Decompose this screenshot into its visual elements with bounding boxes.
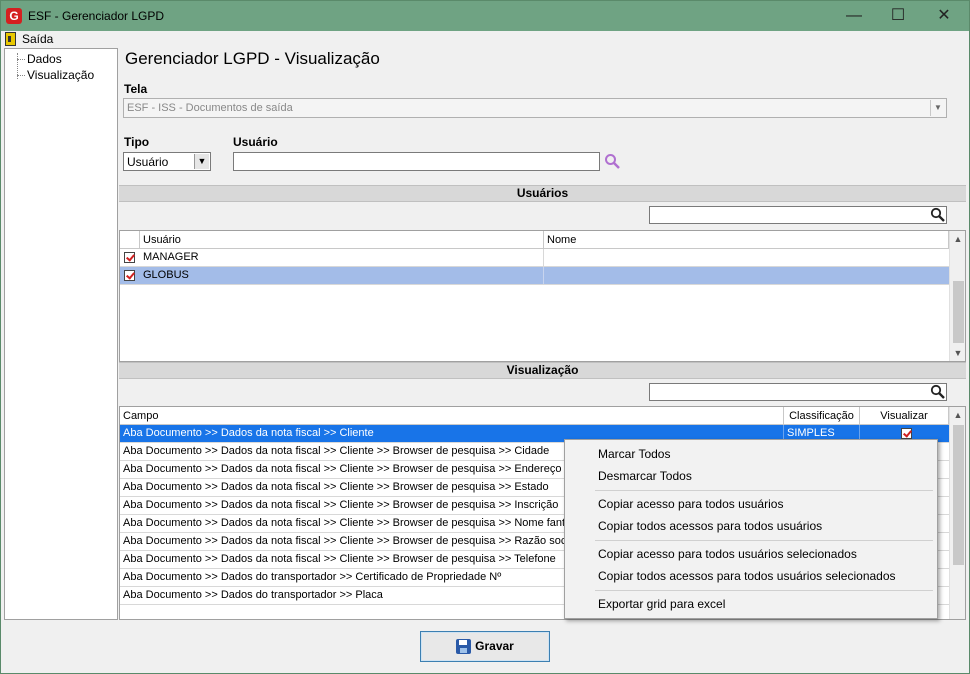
search-icon[interactable]: [930, 207, 946, 223]
menu-item-marcar-todos[interactable]: Marcar Todos: [598, 447, 670, 461]
table-row[interactable]: GLOBUS: [120, 267, 949, 285]
maximize-button[interactable]: ☐: [875, 1, 921, 31]
tree-connector: [17, 75, 25, 76]
user-cell-nome: [544, 267, 949, 284]
view-grid-header: Campo Classificação Visualizar: [120, 407, 949, 425]
sidebar-tree: Dados Visualização: [4, 48, 118, 620]
menu-item-copiar-todos-acessos-selecionados[interactable]: Copiar todos acessos para todos usuários…: [598, 569, 896, 583]
view-col-classificacao[interactable]: Classificação: [784, 407, 860, 425]
menu-item-exportar-excel[interactable]: Exportar grid para excel: [598, 597, 725, 611]
app-logo-icon: G: [6, 8, 22, 24]
save-button-label: Gravar: [475, 639, 514, 653]
sidebar-item-visualizacao[interactable]: Visualização: [27, 68, 94, 82]
scroll-up-icon[interactable]: ▲: [950, 407, 965, 423]
search-icon[interactable]: [604, 153, 620, 169]
user-cell-usuario: MANAGER: [140, 249, 544, 266]
checkbox-icon[interactable]: [901, 428, 912, 439]
users-grid-header: Usuário Nome: [120, 231, 949, 249]
users-scrollbar[interactable]: ▲ ▼: [949, 231, 965, 361]
tipo-value: Usuário: [127, 155, 169, 169]
menu-item-copiar-acesso-selecionados[interactable]: Copiar acesso para todos usuários seleci…: [598, 547, 857, 561]
close-button[interactable]: ✕: [921, 1, 967, 31]
user-cell-nome: [544, 249, 949, 266]
users-col-nome[interactable]: Nome: [544, 231, 949, 249]
exit-door-icon[interactable]: [5, 32, 16, 46]
user-cell-usuario: GLOBUS: [140, 267, 544, 284]
scroll-thumb[interactable]: [953, 425, 964, 565]
menu-separator: [595, 540, 933, 541]
menu-exit[interactable]: Saída: [22, 32, 53, 46]
view-col-campo[interactable]: Campo: [120, 407, 784, 425]
menu-separator: [595, 490, 933, 491]
checkbox-icon[interactable]: [124, 270, 135, 281]
menu-item-copiar-todos-acessos-todos[interactable]: Copiar todos acessos para todos usuários: [598, 519, 822, 533]
tela-select[interactable]: ESF - ISS - Documentos de saída ▼: [123, 98, 947, 118]
view-search-input[interactable]: [649, 383, 947, 401]
scroll-down-icon[interactable]: ▼: [950, 345, 965, 361]
tipo-label: Tipo: [124, 135, 150, 149]
chevron-down-icon[interactable]: ▼: [194, 154, 209, 169]
menu-item-desmarcar-todos[interactable]: Desmarcar Todos: [598, 469, 692, 483]
menu-item-copiar-acesso-todos[interactable]: Copiar acesso para todos usuários: [598, 497, 783, 511]
users-search-input[interactable]: [649, 206, 947, 224]
users-col-usuario[interactable]: Usuário: [140, 231, 544, 249]
context-menu: Marcar Todos Desmarcar Todos Copiar aces…: [564, 439, 938, 619]
menu-bar: Saída: [1, 31, 969, 47]
tipo-select[interactable]: Usuário ▼: [123, 152, 211, 171]
users-section-title: Usuários: [119, 185, 966, 202]
save-disk-icon: [456, 639, 472, 655]
save-button[interactable]: Gravar: [420, 631, 550, 662]
tela-value: ESF - ISS - Documentos de saída: [127, 102, 293, 114]
view-col-visualizar[interactable]: Visualizar: [860, 407, 949, 425]
view-scrollbar[interactable]: ▲: [949, 407, 965, 619]
scroll-thumb[interactable]: [953, 281, 964, 343]
tela-label: Tela: [124, 82, 148, 96]
view-section-title: Visualização: [119, 362, 966, 379]
title-bar: G ESF - Gerenciador LGPD — ☐ ✕: [1, 1, 969, 31]
search-icon[interactable]: [930, 384, 946, 400]
users-col-check: [120, 231, 140, 249]
chevron-down-icon[interactable]: ▼: [930, 100, 945, 116]
minimize-button[interactable]: —: [831, 1, 877, 31]
main-window: G ESF - Gerenciador LGPD — ☐ ✕ Saída Dad…: [0, 0, 970, 674]
usuario-input[interactable]: [233, 152, 600, 171]
usuario-label: Usuário: [233, 135, 278, 149]
checkbox-icon[interactable]: [124, 252, 135, 263]
menu-separator: [595, 590, 933, 591]
window-title: ESF - Gerenciador LGPD: [28, 9, 165, 23]
page-title: Gerenciador LGPD - Visualização: [125, 49, 380, 68]
tree-connector: [17, 59, 25, 60]
users-grid: Usuário Nome MANAGER GLOBUS ▲ ▼: [119, 230, 966, 362]
scroll-up-icon[interactable]: ▲: [950, 231, 965, 247]
sidebar-item-dados[interactable]: Dados: [27, 52, 62, 66]
table-row[interactable]: MANAGER: [120, 249, 949, 267]
